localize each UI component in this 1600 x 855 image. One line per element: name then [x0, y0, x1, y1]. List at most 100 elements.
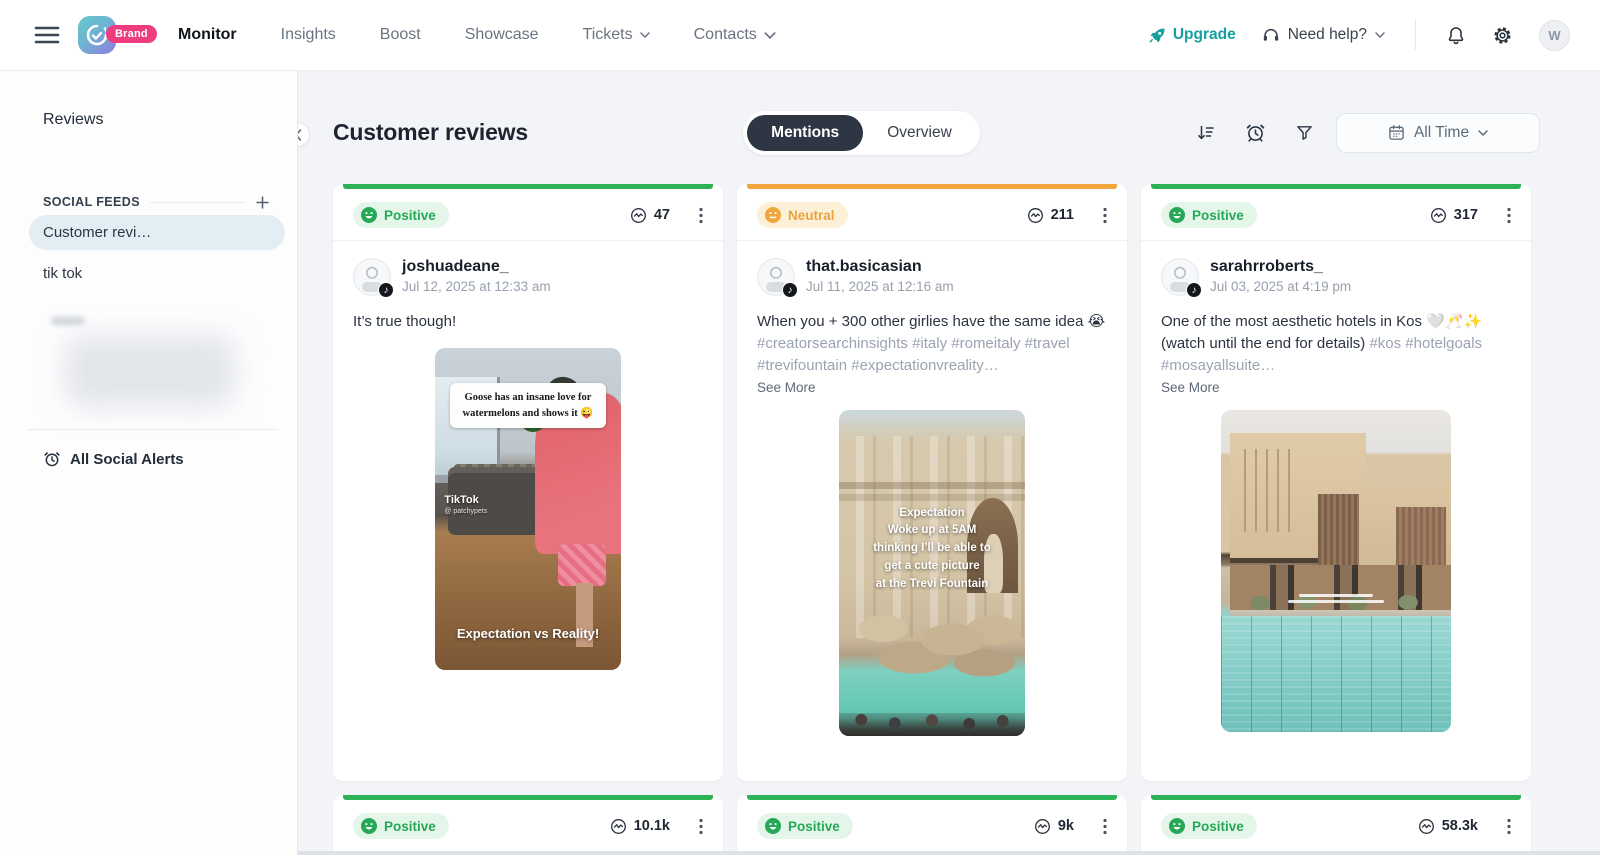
divider — [1415, 20, 1416, 50]
post-text: One of the most aesthetic hotels in Kos … — [1161, 311, 1511, 377]
notifications-bell-icon[interactable] — [1446, 25, 1466, 46]
settings-gear-icon[interactable] — [1492, 25, 1513, 46]
time-filter-label: All Time — [1414, 124, 1469, 142]
sentiment-label: Positive — [384, 208, 436, 223]
viewport-bottom-edge — [298, 851, 1600, 855]
engagement-count: 47 — [630, 207, 670, 224]
blurred-feed-item — [65, 335, 235, 407]
chevron-down-icon — [1375, 32, 1385, 38]
sentiment-label: Neutral — [788, 208, 835, 223]
chevron-down-icon — [764, 32, 776, 39]
tab-mentions[interactable]: Mentions — [747, 115, 863, 151]
smiley-positive-icon — [361, 207, 377, 223]
divider — [28, 429, 278, 430]
rocket-icon — [1149, 27, 1166, 44]
all-social-alerts-link[interactable]: All Social Alerts — [43, 450, 269, 468]
brand-badge: Brand — [106, 25, 157, 43]
video-overlay-tiny-text — [1221, 594, 1451, 603]
card-menu-kebab-icon[interactable] — [1505, 816, 1513, 837]
post-hashtags: #creatorsearchinsights #italy #romeitaly… — [757, 335, 1070, 374]
headset-icon — [1262, 27, 1280, 43]
engagement-count-value: 58.3k — [1442, 818, 1478, 834]
engagement-pulse-icon — [1034, 818, 1051, 835]
sentiment-label: Positive — [384, 819, 436, 834]
nav-item-contacts-label: Contacts — [694, 26, 757, 44]
sidebar-item-customer-reviews[interactable]: Customer revi… — [29, 215, 285, 250]
tiktok-watermark: TikTok @ patchypets — [444, 493, 487, 516]
nav-item-boost[interactable]: Boost — [380, 26, 421, 44]
all-social-alerts-label: All Social Alerts — [70, 451, 184, 468]
engagement-count-value: 317 — [1454, 207, 1478, 223]
engagement-pulse-icon — [610, 818, 627, 835]
post-text-main: When you + 300 other girlies have the sa… — [757, 313, 1105, 330]
chevron-down-icon — [1478, 130, 1488, 136]
sort-icon[interactable] — [1195, 123, 1216, 143]
nav-item-tickets[interactable]: Tickets — [583, 26, 650, 44]
tab-overview[interactable]: Overview — [863, 115, 976, 151]
sentiment-badge: Positive — [353, 202, 449, 228]
engagement-pulse-icon — [1027, 207, 1044, 224]
nav-item-tickets-label: Tickets — [583, 26, 633, 44]
username-link[interactable]: that.basicasian — [806, 258, 954, 276]
card-menu-kebab-icon[interactable] — [1101, 205, 1109, 226]
engagement-pulse-icon — [1430, 207, 1447, 224]
engagement-count-value: 211 — [1051, 207, 1074, 223]
social-feeds-section-label: SOCIAL FEEDS — [43, 195, 140, 209]
card-menu-kebab-icon[interactable] — [1505, 205, 1513, 226]
nav-item-showcase[interactable]: Showcase — [465, 26, 539, 44]
card-menu-kebab-icon[interactable] — [697, 205, 705, 226]
scene-shorts — [558, 544, 606, 586]
tiktok-watermark-handle: @ patchypets — [444, 507, 487, 516]
sidebar: Reviews SOCIAL FEEDS Customer revi… tik … — [0, 71, 298, 855]
username-link[interactable]: joshuadeane_ — [402, 258, 551, 276]
username-link[interactable]: sarahrroberts_ — [1210, 258, 1351, 276]
engagement-count: 58.3k — [1418, 818, 1478, 835]
post-text: It’s true though! — [353, 311, 703, 333]
engagement-count: 211 — [1027, 207, 1074, 224]
nav-item-insights[interactable]: Insights — [281, 26, 336, 44]
see-more-link[interactable]: See More — [1161, 380, 1511, 395]
smiley-positive-icon — [361, 818, 377, 834]
scene-pool — [1221, 616, 1451, 732]
alerts-alarm-icon[interactable] — [1245, 122, 1266, 143]
filter-funnel-icon[interactable] — [1295, 123, 1314, 142]
video-caption: Goose has an insane love for watermelons… — [450, 383, 606, 427]
scene-cornice — [839, 482, 1025, 489]
nav-item-monitor[interactable]: Monitor — [178, 26, 237, 44]
smiley-positive-icon — [765, 818, 781, 834]
post-text: When you + 300 other girlies have the sa… — [757, 311, 1107, 377]
avatar: ♪ — [757, 258, 795, 296]
post-video-thumbnail[interactable]: Expectation Woke up at 5AM thinking I’ll… — [839, 410, 1025, 736]
sentiment-badge: Positive — [757, 813, 853, 839]
tiktok-icon: ♪ — [378, 282, 394, 298]
engagement-count-value: 9k — [1058, 818, 1074, 834]
sentiment-label: Positive — [788, 819, 840, 834]
post-date: Jul 03, 2025 at 4:19 pm — [1210, 279, 1351, 294]
hamburger-menu-icon[interactable] — [34, 26, 62, 44]
engagement-count: 9k — [1034, 818, 1074, 835]
nav-item-contacts[interactable]: Contacts — [694, 26, 776, 44]
engagement-count: 10.1k — [610, 818, 670, 835]
engagement-count: 317 — [1430, 207, 1478, 224]
post-video-thumbnail[interactable] — [1221, 410, 1451, 732]
tiktok-icon: ♪ — [782, 282, 798, 298]
app-logo[interactable]: Brand — [78, 16, 116, 54]
post-video-thumbnail[interactable]: Goose has an insane love for watermelons… — [435, 348, 621, 670]
time-filter-button[interactable]: All Time — [1336, 113, 1540, 153]
user-avatar[interactable]: W — [1539, 20, 1570, 51]
card-menu-kebab-icon[interactable] — [1101, 816, 1109, 837]
add-feed-plus-icon[interactable] — [256, 196, 269, 209]
see-more-link[interactable]: See More — [757, 380, 1107, 395]
mention-card: Neutral 211 — [737, 184, 1127, 781]
need-help-menu[interactable]: Need help? — [1262, 26, 1385, 44]
upgrade-button[interactable]: Upgrade — [1149, 26, 1236, 44]
tiktok-icon: ♪ — [1186, 282, 1202, 298]
alarm-clock-icon — [43, 450, 61, 468]
video-overlay-text: Expectation Woke up at 5AM thinking I’ll… — [839, 505, 1025, 594]
collapse-sidebar-button[interactable] — [298, 122, 310, 147]
card-menu-kebab-icon[interactable] — [697, 816, 705, 837]
sentiment-badge: Positive — [1161, 202, 1257, 228]
sidebar-item-tiktok[interactable]: tik tok — [29, 256, 285, 291]
sentiment-badge: Neutral — [757, 202, 848, 228]
main-header: Customer reviews Mentions Overview — [333, 71, 1600, 184]
